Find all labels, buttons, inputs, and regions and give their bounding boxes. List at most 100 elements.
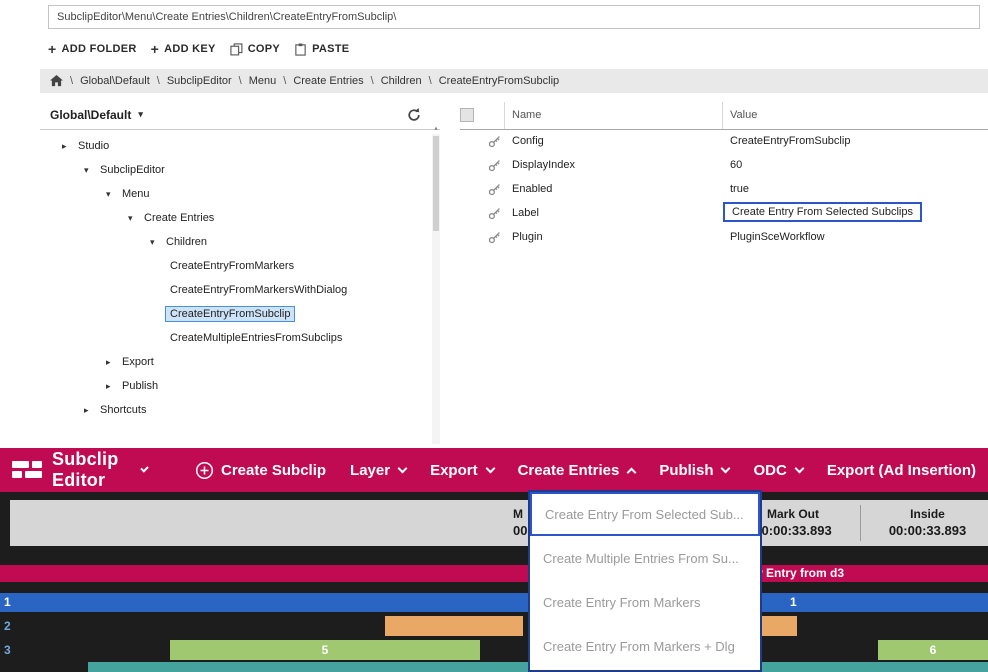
chevron-down-icon: [398, 463, 408, 473]
path-input[interactable]: [48, 5, 980, 29]
menu-item-create-entry-from-markers[interactable]: Create Entry From Markers: [530, 580, 760, 624]
property-value-highlighted[interactable]: Create Entry From Selected Subclips: [723, 202, 922, 222]
breadcrumb-segment-global-default[interactable]: Global\Default: [80, 75, 150, 87]
new-entry-clip[interactable]: New Entry from d3: [0, 565, 988, 582]
tree-item-create-entries[interactable]: ▾ Create Entries: [40, 206, 430, 230]
tree-item-createmultipleentriesfromsubclips[interactable]: CreateMultipleEntriesFromSubclips: [40, 326, 430, 350]
track-3-number: 3: [4, 643, 11, 657]
tree-item-label: Menu: [122, 188, 150, 200]
tree-item-label: Create Entries: [144, 212, 214, 224]
app-title-menu[interactable]: Subclip Editor: [52, 449, 147, 491]
table-row-enabled[interactable]: Enabled true: [460, 178, 988, 202]
tree-item-label: Export: [122, 356, 154, 368]
property-value[interactable]: CreateEntryFromSubclip: [730, 135, 850, 147]
breadcrumb-segment-create-entries[interactable]: Create Entries: [293, 75, 363, 87]
column-header-name: Name: [512, 109, 541, 121]
track-3-clip[interactable]: 6: [878, 640, 988, 660]
chevron-down-icon: [140, 464, 149, 473]
menu-item-create-entry-from-selected-subclips[interactable]: Create Entry From Selected Sub...: [530, 492, 760, 536]
track-1-clip-label: 1: [790, 595, 797, 609]
collapse-arrow-icon[interactable]: ▾: [150, 237, 166, 248]
key-icon: [488, 159, 501, 172]
breadcrumb-separator: \: [429, 75, 432, 87]
tree-item-shortcuts[interactable]: ▸ Shortcuts: [40, 398, 430, 422]
tree-item-createentryfromsubclip-selected[interactable]: CreateEntryFromSubclip: [40, 302, 430, 326]
menu-odc[interactable]: ODC: [753, 462, 802, 479]
collapse-arrow-icon[interactable]: ▾: [106, 189, 122, 200]
tree-item-export[interactable]: ▸ Export: [40, 350, 430, 374]
menu-publish-label: Publish: [659, 462, 713, 479]
scrollbar-thumb[interactable]: [433, 136, 439, 231]
timeline-track-1[interactable]: 1 1: [0, 593, 988, 612]
menu-export[interactable]: Export: [430, 462, 494, 479]
inside-block: Inside 00:00:33.893: [875, 507, 980, 538]
property-name: DisplayIndex: [512, 159, 575, 171]
menu-item-create-entry-from-markers-dlg[interactable]: Create Entry From Markers + Dlg: [530, 624, 760, 668]
tree-root-selector[interactable]: Global\Default ▾: [40, 100, 440, 130]
table-row-config[interactable]: Config CreateEntryFromSubclip: [460, 130, 988, 154]
add-key-button[interactable]: + ADD KEY: [151, 42, 216, 56]
chevron-down-icon: [794, 463, 804, 473]
table-row-label[interactable]: Label Create Entry From Selected Subclip…: [460, 202, 988, 226]
properties-panel: Name Value Config CreateEntryFromSubclip…: [460, 100, 988, 250]
breadcrumb-segment-subclipeditor[interactable]: SubclipEditor: [167, 75, 232, 87]
chevron-down-icon: ▾: [138, 109, 143, 120]
breadcrumb-segment-children[interactable]: Children: [381, 75, 422, 87]
collapse-arrow-icon[interactable]: ▾: [84, 165, 100, 176]
menu-item-create-multiple-entries-from-subclips[interactable]: Create Multiple Entries From Su...: [530, 536, 760, 580]
subclip-editor-app: Subclip Editor Create Subclip Layer Expo…: [0, 448, 988, 672]
tree-item-createentryfrommarkers[interactable]: CreateEntryFromMarkers: [40, 254, 430, 278]
property-value[interactable]: true: [730, 183, 749, 195]
table-row-plugin[interactable]: Plugin PluginSceWorkflow: [460, 226, 988, 250]
property-name: Enabled: [512, 183, 552, 195]
menu-layer[interactable]: Layer: [350, 462, 406, 479]
breadcrumb-segment-menu[interactable]: Menu: [249, 75, 277, 87]
plus-icon: +: [48, 42, 56, 56]
key-icon: [488, 231, 501, 244]
track-2-number: 2: [4, 619, 11, 633]
refresh-icon[interactable]: [406, 107, 422, 123]
config-editor: + ADD FOLDER + ADD KEY COPY PASTE: [0, 0, 988, 444]
property-value[interactable]: PluginSceWorkflow: [730, 231, 825, 243]
select-all-checkbox[interactable]: [460, 108, 474, 122]
track-2-clip[interactable]: [385, 616, 523, 636]
expand-arrow-icon[interactable]: ▸: [62, 141, 78, 152]
collapse-arrow-icon[interactable]: ▾: [128, 213, 144, 224]
copy-button[interactable]: COPY: [230, 43, 280, 56]
expand-arrow-icon[interactable]: ▸: [106, 357, 122, 368]
tree-item-menu[interactable]: ▾ Menu: [40, 182, 430, 206]
menu-create-entries-open[interactable]: Create Entries: [518, 462, 636, 479]
breadcrumb-segment-createentryfromsubclip[interactable]: CreateEntryFromSubclip: [439, 75, 559, 87]
config-toolbar: + ADD FOLDER + ADD KEY COPY PASTE: [48, 38, 349, 60]
tree-item-subclipeditor[interactable]: ▾ SubclipEditor: [40, 158, 430, 182]
timeline-stage: M 00: Mark Out 00:00:33.893 Inside 00:00…: [0, 492, 988, 672]
key-icon: [488, 207, 501, 220]
properties-header: Name Value: [460, 100, 988, 130]
table-row-displayindex[interactable]: DisplayIndex 60: [460, 154, 988, 178]
tree-item-label: Studio: [78, 140, 109, 152]
create-subclip-button[interactable]: Create Subclip: [195, 461, 326, 480]
home-icon[interactable]: [50, 75, 63, 87]
menu-publish[interactable]: Publish: [659, 462, 729, 479]
add-key-label: ADD KEY: [164, 43, 216, 55]
tree-item-createentryfrommarkerswithdialog[interactable]: CreateEntryFromMarkersWithDialog: [40, 278, 430, 302]
tree-item-label: SubclipEditor: [100, 164, 165, 176]
tree-item-children[interactable]: ▾ Children: [40, 230, 430, 254]
property-value[interactable]: 60: [730, 159, 742, 171]
expand-arrow-icon[interactable]: ▸: [84, 405, 100, 416]
paste-button[interactable]: PASTE: [294, 43, 349, 56]
add-folder-button[interactable]: + ADD FOLDER: [48, 42, 137, 56]
menu-export-ad-insertion[interactable]: Export (Ad Insertion): [827, 462, 976, 479]
tree-item-studio[interactable]: ▸ Studio: [40, 134, 430, 158]
track-3-clip[interactable]: 5: [170, 640, 480, 660]
chevron-up-icon: [627, 467, 637, 477]
tree-scrollbar[interactable]: [432, 134, 440, 444]
breadcrumb: \ Global\Default \ SubclipEditor \ Menu …: [40, 69, 988, 93]
info-divider: [860, 505, 861, 541]
key-icon: [488, 135, 501, 148]
tree-item-publish[interactable]: ▸ Publish: [40, 374, 430, 398]
screenshot-root: + ADD FOLDER + ADD KEY COPY PASTE: [0, 0, 988, 672]
scroll-up-icon[interactable]: ▴: [432, 124, 440, 134]
expand-arrow-icon[interactable]: ▸: [106, 381, 122, 392]
menu-odc-label: ODC: [753, 462, 786, 479]
